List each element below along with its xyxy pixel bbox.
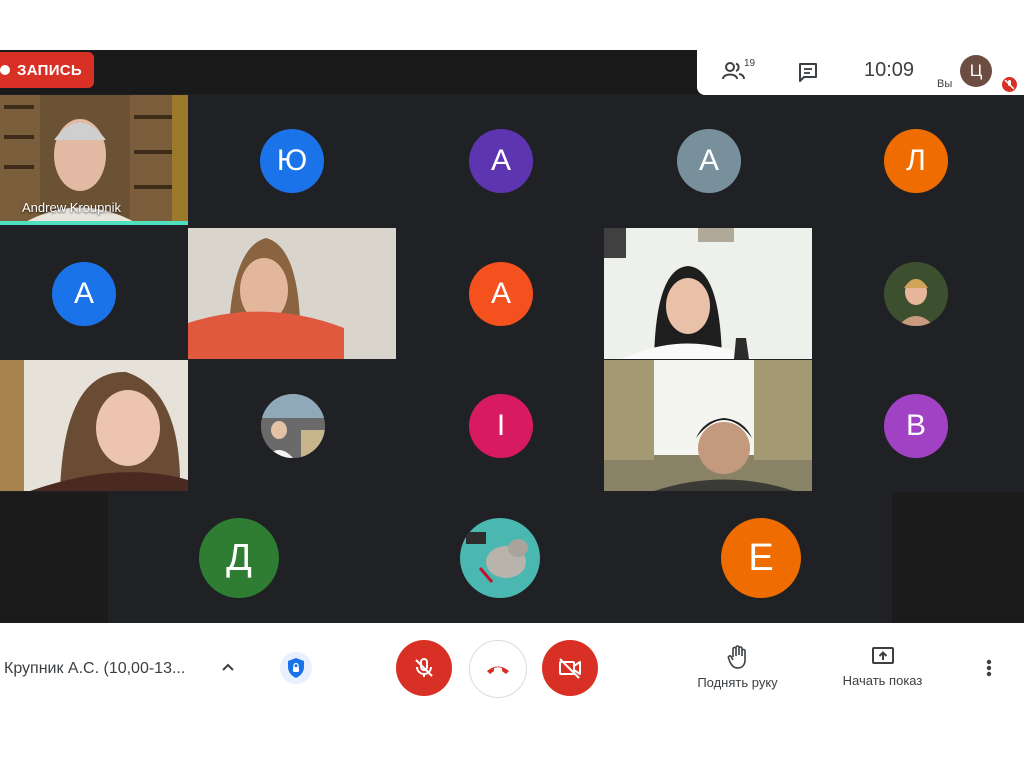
avatar-photo[interactable] xyxy=(460,518,540,598)
avatar-initial: А xyxy=(490,277,511,310)
avatar-initial: I xyxy=(496,409,506,442)
avatar-participant[interactable]: А xyxy=(52,262,116,326)
mic-toggle-button[interactable] xyxy=(396,640,452,696)
empty-tile-right xyxy=(892,492,1024,623)
chat-icon xyxy=(799,63,817,82)
tile-video[interactable] xyxy=(0,360,188,491)
avatar-photo[interactable] xyxy=(884,262,948,326)
record-dot-icon xyxy=(0,65,10,75)
avatar-participant[interactable]: А xyxy=(469,129,533,193)
avatar-participant[interactable]: Д xyxy=(199,518,279,598)
hand-icon xyxy=(727,645,746,669)
avatar-initial: А xyxy=(73,277,94,310)
participant-video xyxy=(0,360,188,491)
participant-video xyxy=(604,228,812,359)
call-end-icon xyxy=(487,666,509,674)
self-mic-off-icon xyxy=(1002,77,1017,92)
meeting-title[interactable]: Крупник А.С. (10,00-13... xyxy=(4,660,185,678)
raise-hand-label: Поднять руку xyxy=(697,675,778,690)
avatar-initial: Е xyxy=(748,536,774,579)
tile-speaker[interactable]: Andrew Kroupnik xyxy=(0,95,188,225)
participant-video xyxy=(604,360,812,491)
participant-video xyxy=(188,228,396,359)
raise-hand-button[interactable]: Поднять руку xyxy=(690,645,785,690)
avatar-initial: Л xyxy=(906,144,926,177)
speaker-name: Andrew Kroupnik xyxy=(22,200,121,215)
lock-icon xyxy=(288,658,304,678)
avatar-initial: А xyxy=(698,144,719,177)
camera-toggle-button[interactable] xyxy=(542,640,598,696)
self-avatar[interactable]: Ц xyxy=(960,55,992,87)
present-label: Начать показ xyxy=(842,673,923,688)
tile-video[interactable] xyxy=(188,228,396,359)
recording-label: ЗАПИСЬ xyxy=(17,61,83,79)
participants-count: 19 xyxy=(744,58,756,69)
chat-button[interactable] xyxy=(796,60,820,84)
self-initial: Ц xyxy=(969,61,983,80)
participant-photo xyxy=(261,394,325,458)
avatar-participant[interactable]: В xyxy=(884,394,948,458)
present-icon xyxy=(871,647,894,664)
recording-badge: ЗАПИСЬ xyxy=(0,52,95,88)
clock: 10:09 xyxy=(864,59,915,81)
present-now-button[interactable]: Начать показ xyxy=(835,645,930,688)
host-controls-button[interactable] xyxy=(280,652,312,684)
more-vert-icon xyxy=(986,659,992,677)
leave-call-button[interactable] xyxy=(469,640,527,698)
avatar-participant[interactable]: А xyxy=(469,262,533,326)
avatar-initial: Ю xyxy=(276,144,308,177)
tile-video[interactable] xyxy=(604,228,812,359)
avatar-participant[interactable]: А xyxy=(677,129,741,193)
avatar-photo[interactable] xyxy=(261,394,325,458)
avatar-initial: В xyxy=(905,409,926,442)
chevron-up-icon xyxy=(222,663,234,671)
avatar-participant[interactable]: Е xyxy=(721,518,801,598)
participant-photo xyxy=(460,518,540,598)
participant-photo xyxy=(884,262,948,326)
you-label: Вы xyxy=(937,78,953,90)
videocam-off-icon xyxy=(559,658,581,679)
avatar-initial: А xyxy=(490,144,511,177)
top-right-bar: 19 10:09 Вы Ц xyxy=(697,50,1024,95)
avatar-participant[interactable]: Л xyxy=(884,129,948,193)
active-speaker-bar xyxy=(0,221,188,225)
avatar-participant[interactable]: I xyxy=(469,394,533,458)
meeting-details-toggle[interactable] xyxy=(220,659,236,675)
more-options-button[interactable] xyxy=(985,655,993,681)
avatar-participant[interactable]: Ю xyxy=(260,129,324,193)
empty-tile-left xyxy=(0,492,108,623)
mic-off-icon xyxy=(415,658,433,677)
tile-video[interactable] xyxy=(604,360,812,491)
avatar-initial: Д xyxy=(226,536,252,579)
